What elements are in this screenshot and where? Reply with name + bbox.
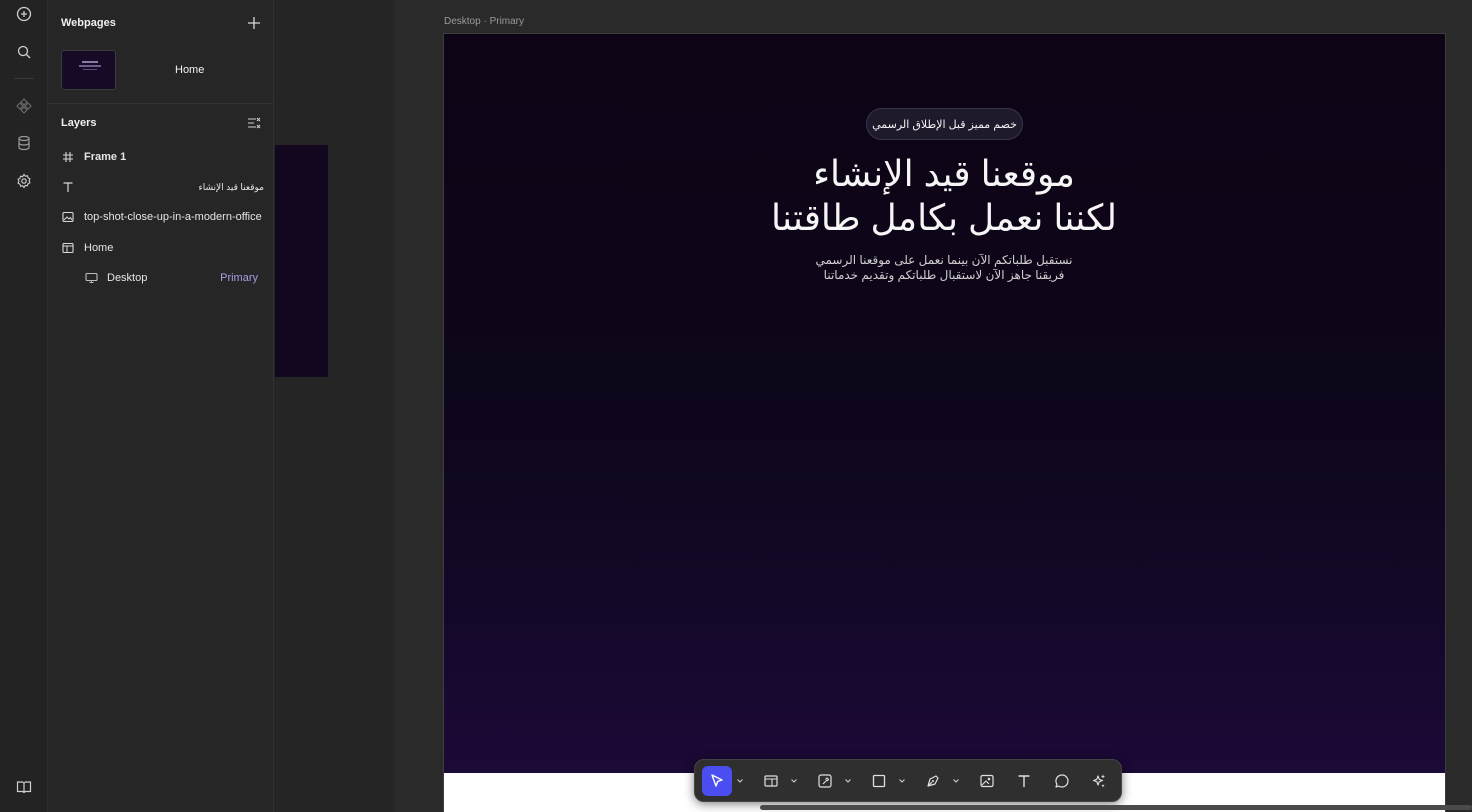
chevron-down-icon[interactable] (952, 777, 960, 785)
subheadline-line-2: فريقنا جاهز الآن لاستقبال طلباتكم وتقديم… (823, 268, 1065, 282)
icon-rail (0, 0, 48, 812)
layer-label: موقعنا قيد الإنشاء (198, 181, 264, 192)
canvas-left-strip (275, 0, 394, 812)
subheadline-line-1: نستقبل طلباتكم الآن بينما نعمل على موقعن… (815, 253, 1073, 267)
chevron-down-icon[interactable] (736, 777, 744, 785)
page-thumbnail[interactable] (61, 50, 116, 90)
layer-label: Home (84, 242, 114, 254)
layer-image[interactable]: top-shot-close-up-in-a-modern-office (61, 208, 271, 226)
chevron-down-icon[interactable] (790, 777, 798, 785)
layers-title: Layers (61, 117, 97, 129)
shape-tool-icon[interactable] (864, 766, 894, 796)
add-icon[interactable] (14, 4, 34, 24)
primary-tag: Primary (220, 272, 258, 284)
image-icon (61, 210, 75, 224)
text-icon (61, 180, 75, 194)
desktop-icon (84, 271, 98, 285)
docs-icon[interactable] (14, 777, 34, 797)
horizontal-scrollbar[interactable] (760, 805, 1472, 810)
rail-divider (14, 78, 34, 79)
chevron-down-icon[interactable] (898, 777, 906, 785)
page-icon (61, 241, 75, 255)
chevron-down-icon[interactable] (844, 777, 852, 785)
page-item-home[interactable]: Home (175, 64, 204, 76)
add-page-icon[interactable] (247, 16, 261, 30)
headline-line-1: موقعنا قيد الإنشاء (813, 153, 1075, 194)
layer-label: Frame 1 (84, 151, 127, 163)
layers-filter-icon[interactable] (247, 116, 261, 130)
promo-badge: خصم مميز قبل الإطلاق الرسمي (866, 108, 1023, 140)
headline-line-2: لكننا نعمل بكامل طاقتنا (771, 197, 1117, 238)
layout-tool-icon[interactable] (756, 766, 786, 796)
database-icon[interactable] (14, 133, 34, 153)
component-tool-icon[interactable] (810, 766, 840, 796)
layer-label: Desktop (107, 272, 148, 284)
components-icon[interactable] (14, 96, 34, 116)
layer-frame-1[interactable]: Frame 1 (61, 148, 271, 166)
settings-icon[interactable] (14, 171, 34, 191)
desktop-frame[interactable]: خصم مميز قبل الإطلاق الرسمي موقعنا قيد ا… (443, 33, 1446, 812)
layer-home[interactable]: Home (61, 239, 271, 257)
select-tool-icon[interactable] (702, 766, 732, 796)
text-tool-icon[interactable] (1009, 766, 1039, 796)
frame-icon (61, 150, 75, 164)
pen-tool-icon[interactable] (918, 766, 948, 796)
subheadline: نستقبل طلباتكم الآن بينما نعمل على موقعن… (744, 253, 1144, 283)
image-tool-icon[interactable] (972, 766, 1002, 796)
panel-divider (48, 103, 274, 104)
left-panel: Webpages Home Layers Frame 1 موقعنا قيد … (48, 0, 274, 812)
layer-text[interactable]: موقعنا قيد الإنشاء (61, 178, 271, 196)
ai-tool-icon[interactable] (1084, 766, 1114, 796)
webpages-title: Webpages (61, 17, 116, 29)
layer-label: top-shot-close-up-in-a-modern-office (84, 211, 262, 223)
headline: موقعنا قيد الإنشاء لكننا نعمل بكامل طاقت… (694, 152, 1194, 240)
comment-tool-icon[interactable] (1047, 766, 1077, 796)
bottom-toolbar (694, 759, 1122, 802)
frame-label[interactable]: Desktop · Primary (444, 16, 524, 27)
search-icon[interactable] (14, 42, 34, 62)
layer-desktop[interactable]: Desktop Primary (84, 269, 258, 287)
offscreen-frame-preview[interactable] (275, 145, 328, 377)
